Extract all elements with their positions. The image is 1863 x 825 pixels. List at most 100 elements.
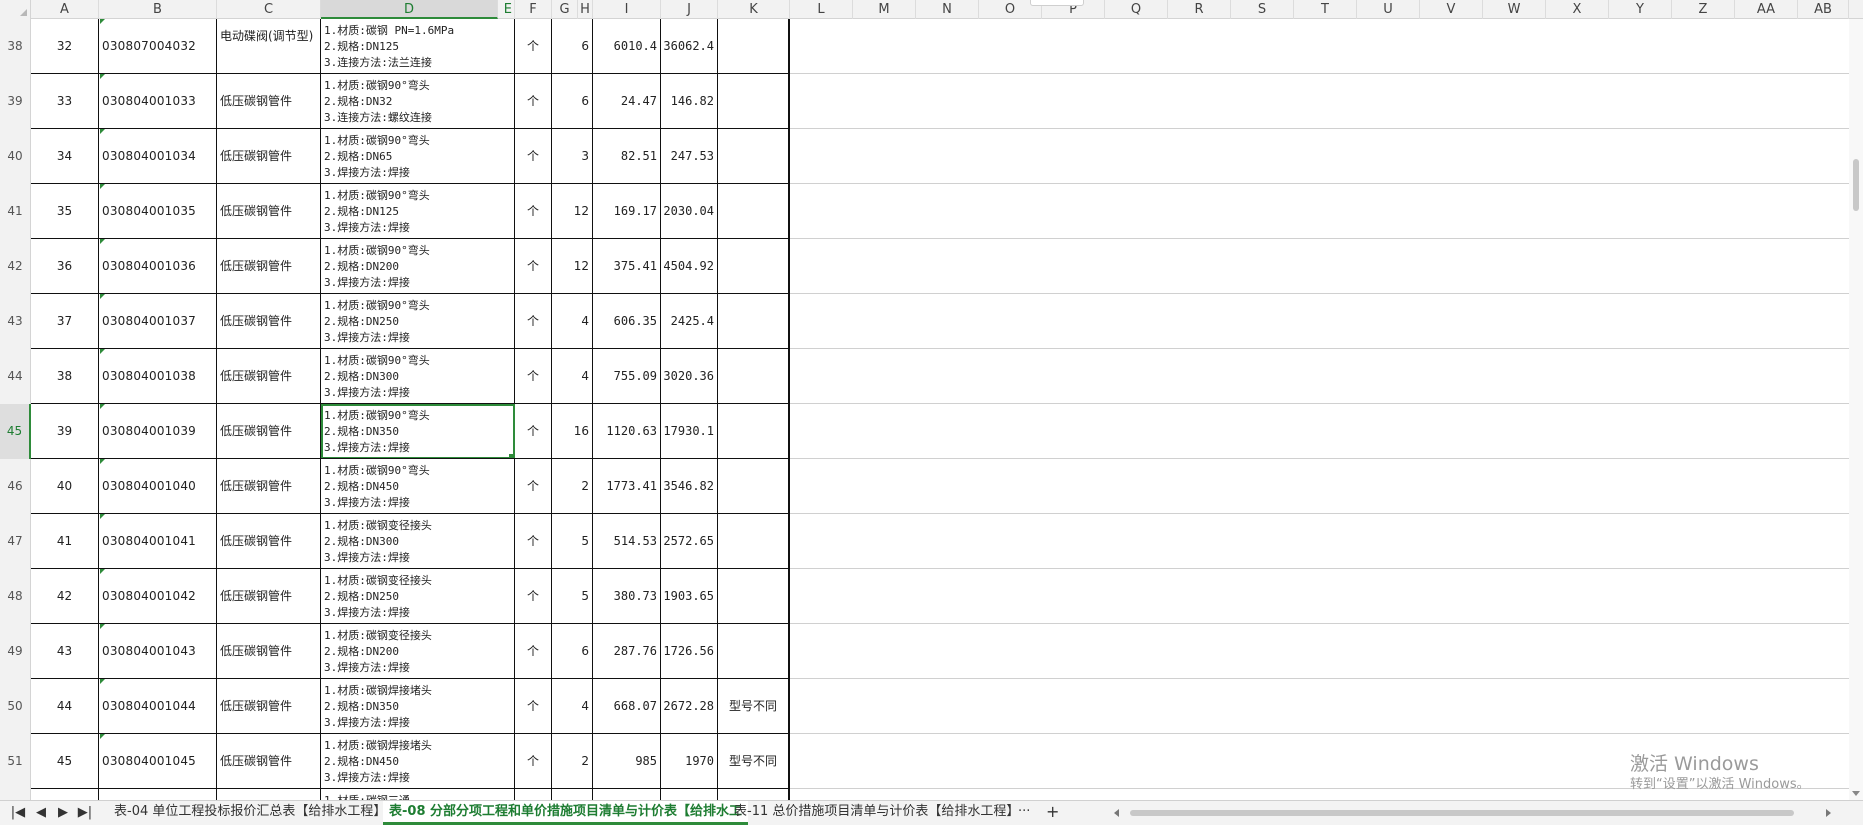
column-header-l[interactable]: L	[790, 0, 853, 19]
column-header-j[interactable]: J	[661, 0, 718, 19]
cell-total[interactable]: 1726.56	[661, 624, 718, 679]
column-header-b[interactable]: B	[99, 0, 217, 19]
cell-remark[interactable]: 型号不同	[718, 734, 790, 789]
cell-total[interactable]: 36062.4	[661, 19, 718, 74]
cell-unit[interactable]: 个	[515, 184, 552, 239]
cell-seq[interactable]: 43	[31, 624, 99, 679]
cell-total[interactable]: 1970	[661, 734, 718, 789]
cell-unit-price[interactable]: 985	[593, 734, 661, 789]
cell-unit[interactable]: 个	[515, 679, 552, 734]
cell-total[interactable]: 3020.36	[661, 349, 718, 404]
cell-total[interactable]	[661, 789, 718, 800]
cell-unit-price[interactable]: 755.09	[593, 349, 661, 404]
horizontal-scroll-thumb[interactable]	[1130, 810, 1794, 816]
cell-remark[interactable]	[718, 404, 790, 459]
cell-code[interactable]: 030807004032	[99, 19, 217, 74]
cell-unit[interactable]: 个	[515, 459, 552, 514]
cell-remark[interactable]	[718, 624, 790, 679]
cell-quantity[interactable]: 6	[552, 74, 593, 129]
cell-description[interactable]: 1.材质:碳钢90°弯头 2.规格:DN450 3.焊接方法:焊接	[321, 459, 515, 514]
horizontal-scrollbar[interactable]	[1108, 806, 1835, 820]
cell-description[interactable]: 1.材质:碳钢90°弯头 2.规格:DN125 3.焊接方法:焊接	[321, 184, 515, 239]
cell-unit-price[interactable]: 287.76	[593, 624, 661, 679]
cell-unit-price[interactable]: 1120.63	[593, 404, 661, 459]
column-header-g[interactable]: G	[552, 0, 578, 19]
cell-seq[interactable]: 36	[31, 239, 99, 294]
cell-unit[interactable]: 个	[515, 569, 552, 624]
cell-remark[interactable]	[718, 294, 790, 349]
cell-quantity[interactable]: 4	[552, 349, 593, 404]
cell-description[interactable]: 1.材质:碳钢焊接堵头 2.规格:DN350 3.焊接方法:焊接	[321, 679, 515, 734]
column-header-s[interactable]: S	[1231, 0, 1294, 19]
cell-unit[interactable]: 个	[515, 129, 552, 184]
cell-seq[interactable]: 42	[31, 569, 99, 624]
cell-unit[interactable]: 个	[515, 734, 552, 789]
column-header-q[interactable]: Q	[1105, 0, 1168, 19]
cell-remark[interactable]	[718, 514, 790, 569]
cell-description[interactable]: 1.材质:碳钢变径接头 2.规格:DN200 3.焊接方法:焊接	[321, 624, 515, 679]
cell-total[interactable]: 1903.65	[661, 569, 718, 624]
cell-unit-price[interactable]: 6010.4	[593, 19, 661, 74]
cell-unit-price[interactable]: 24.47	[593, 74, 661, 129]
prev-sheet-icon[interactable]: ◀	[33, 805, 49, 821]
cell-unit-price[interactable]: 375.41	[593, 239, 661, 294]
cell-code[interactable]: 030804001045	[99, 734, 217, 789]
cell-unit[interactable]: 个	[515, 19, 552, 74]
cell-unit-price[interactable]: 169.17	[593, 184, 661, 239]
cell-remark[interactable]: 型号不同	[718, 679, 790, 734]
cell-name[interactable]: 低压碳钢管件	[217, 514, 321, 569]
cell-seq[interactable]	[31, 789, 99, 800]
cell-code[interactable]: 030804001034	[99, 129, 217, 184]
cell-quantity[interactable]: 4	[552, 294, 593, 349]
cell-name[interactable]: 低压碳钢管件	[217, 679, 321, 734]
column-header-r[interactable]: R	[1168, 0, 1231, 19]
cell-name[interactable]: 低压碳钢管件	[217, 569, 321, 624]
cell-name[interactable]: 电动碟阀(调节型)	[217, 19, 321, 74]
cell-name[interactable]: 低压碳钢管件	[217, 624, 321, 679]
cell-name[interactable]: 低压碳钢管件	[217, 349, 321, 404]
cell-name[interactable]: 低压碳钢管件	[217, 129, 321, 184]
cell-name[interactable]: 低压碳钢管件	[217, 404, 321, 459]
cell-unit[interactable]: 个	[515, 294, 552, 349]
column-header-f[interactable]: F	[515, 0, 552, 19]
cell-name[interactable]	[217, 789, 321, 800]
column-header-x[interactable]: X	[1546, 0, 1609, 19]
cell-code[interactable]: 030804001039	[99, 404, 217, 459]
cell-total[interactable]: 17930.1	[661, 404, 718, 459]
cell-code[interactable]: 030804001033	[99, 74, 217, 129]
cell-description[interactable]: 1.材质:碳钢变径接头 2.规格:DN250 3.焊接方法:焊接	[321, 569, 515, 624]
cell-seq[interactable]: 45	[31, 734, 99, 789]
row-header[interactable]: 46	[0, 459, 31, 514]
cell-unit[interactable]: 个	[515, 404, 552, 459]
cell-unit-price[interactable]: 82.51	[593, 129, 661, 184]
cell-remark[interactable]	[718, 184, 790, 239]
row-header[interactable]: 47	[0, 514, 31, 569]
row-header[interactable]	[0, 789, 31, 800]
column-header-y[interactable]: Y	[1609, 0, 1672, 19]
cell-unit-price[interactable]: 514.53	[593, 514, 661, 569]
cell-unit-price[interactable]: 1773.41	[593, 459, 661, 514]
cell-unit[interactable]: 个	[515, 624, 552, 679]
row-header[interactable]: 45	[0, 404, 31, 459]
tab-summary[interactable]: 表-04 单位工程投标报价汇总表【给排水工程】	[108, 801, 392, 825]
cell-unit-price[interactable]	[593, 789, 661, 800]
cell-remark[interactable]	[718, 459, 790, 514]
tab-measures[interactable]: 表-11 总价措施项目清单与计价表【给排水工程】	[728, 801, 1025, 825]
cell-unit-price[interactable]: 606.35	[593, 294, 661, 349]
cell-seq[interactable]: 37	[31, 294, 99, 349]
cell-unit[interactable]	[515, 789, 552, 800]
vertical-scroll-thumb[interactable]	[1853, 159, 1859, 211]
cell-unit-price[interactable]: 668.07	[593, 679, 661, 734]
cell-seq[interactable]: 35	[31, 184, 99, 239]
row-header[interactable]: 38	[0, 19, 31, 74]
cell-seq[interactable]: 33	[31, 74, 99, 129]
cell-quantity[interactable]: 6	[552, 624, 593, 679]
column-header-e[interactable]: E	[498, 0, 515, 19]
cell-total[interactable]: 3546.82	[661, 459, 718, 514]
column-header-c[interactable]: C	[217, 0, 321, 19]
cell-unit[interactable]: 个	[515, 514, 552, 569]
column-header-aa[interactable]: AA	[1735, 0, 1798, 19]
cell-name[interactable]: 低压碳钢管件	[217, 74, 321, 129]
cell-total[interactable]: 2030.04	[661, 184, 718, 239]
cell-code[interactable]: 030804001040	[99, 459, 217, 514]
